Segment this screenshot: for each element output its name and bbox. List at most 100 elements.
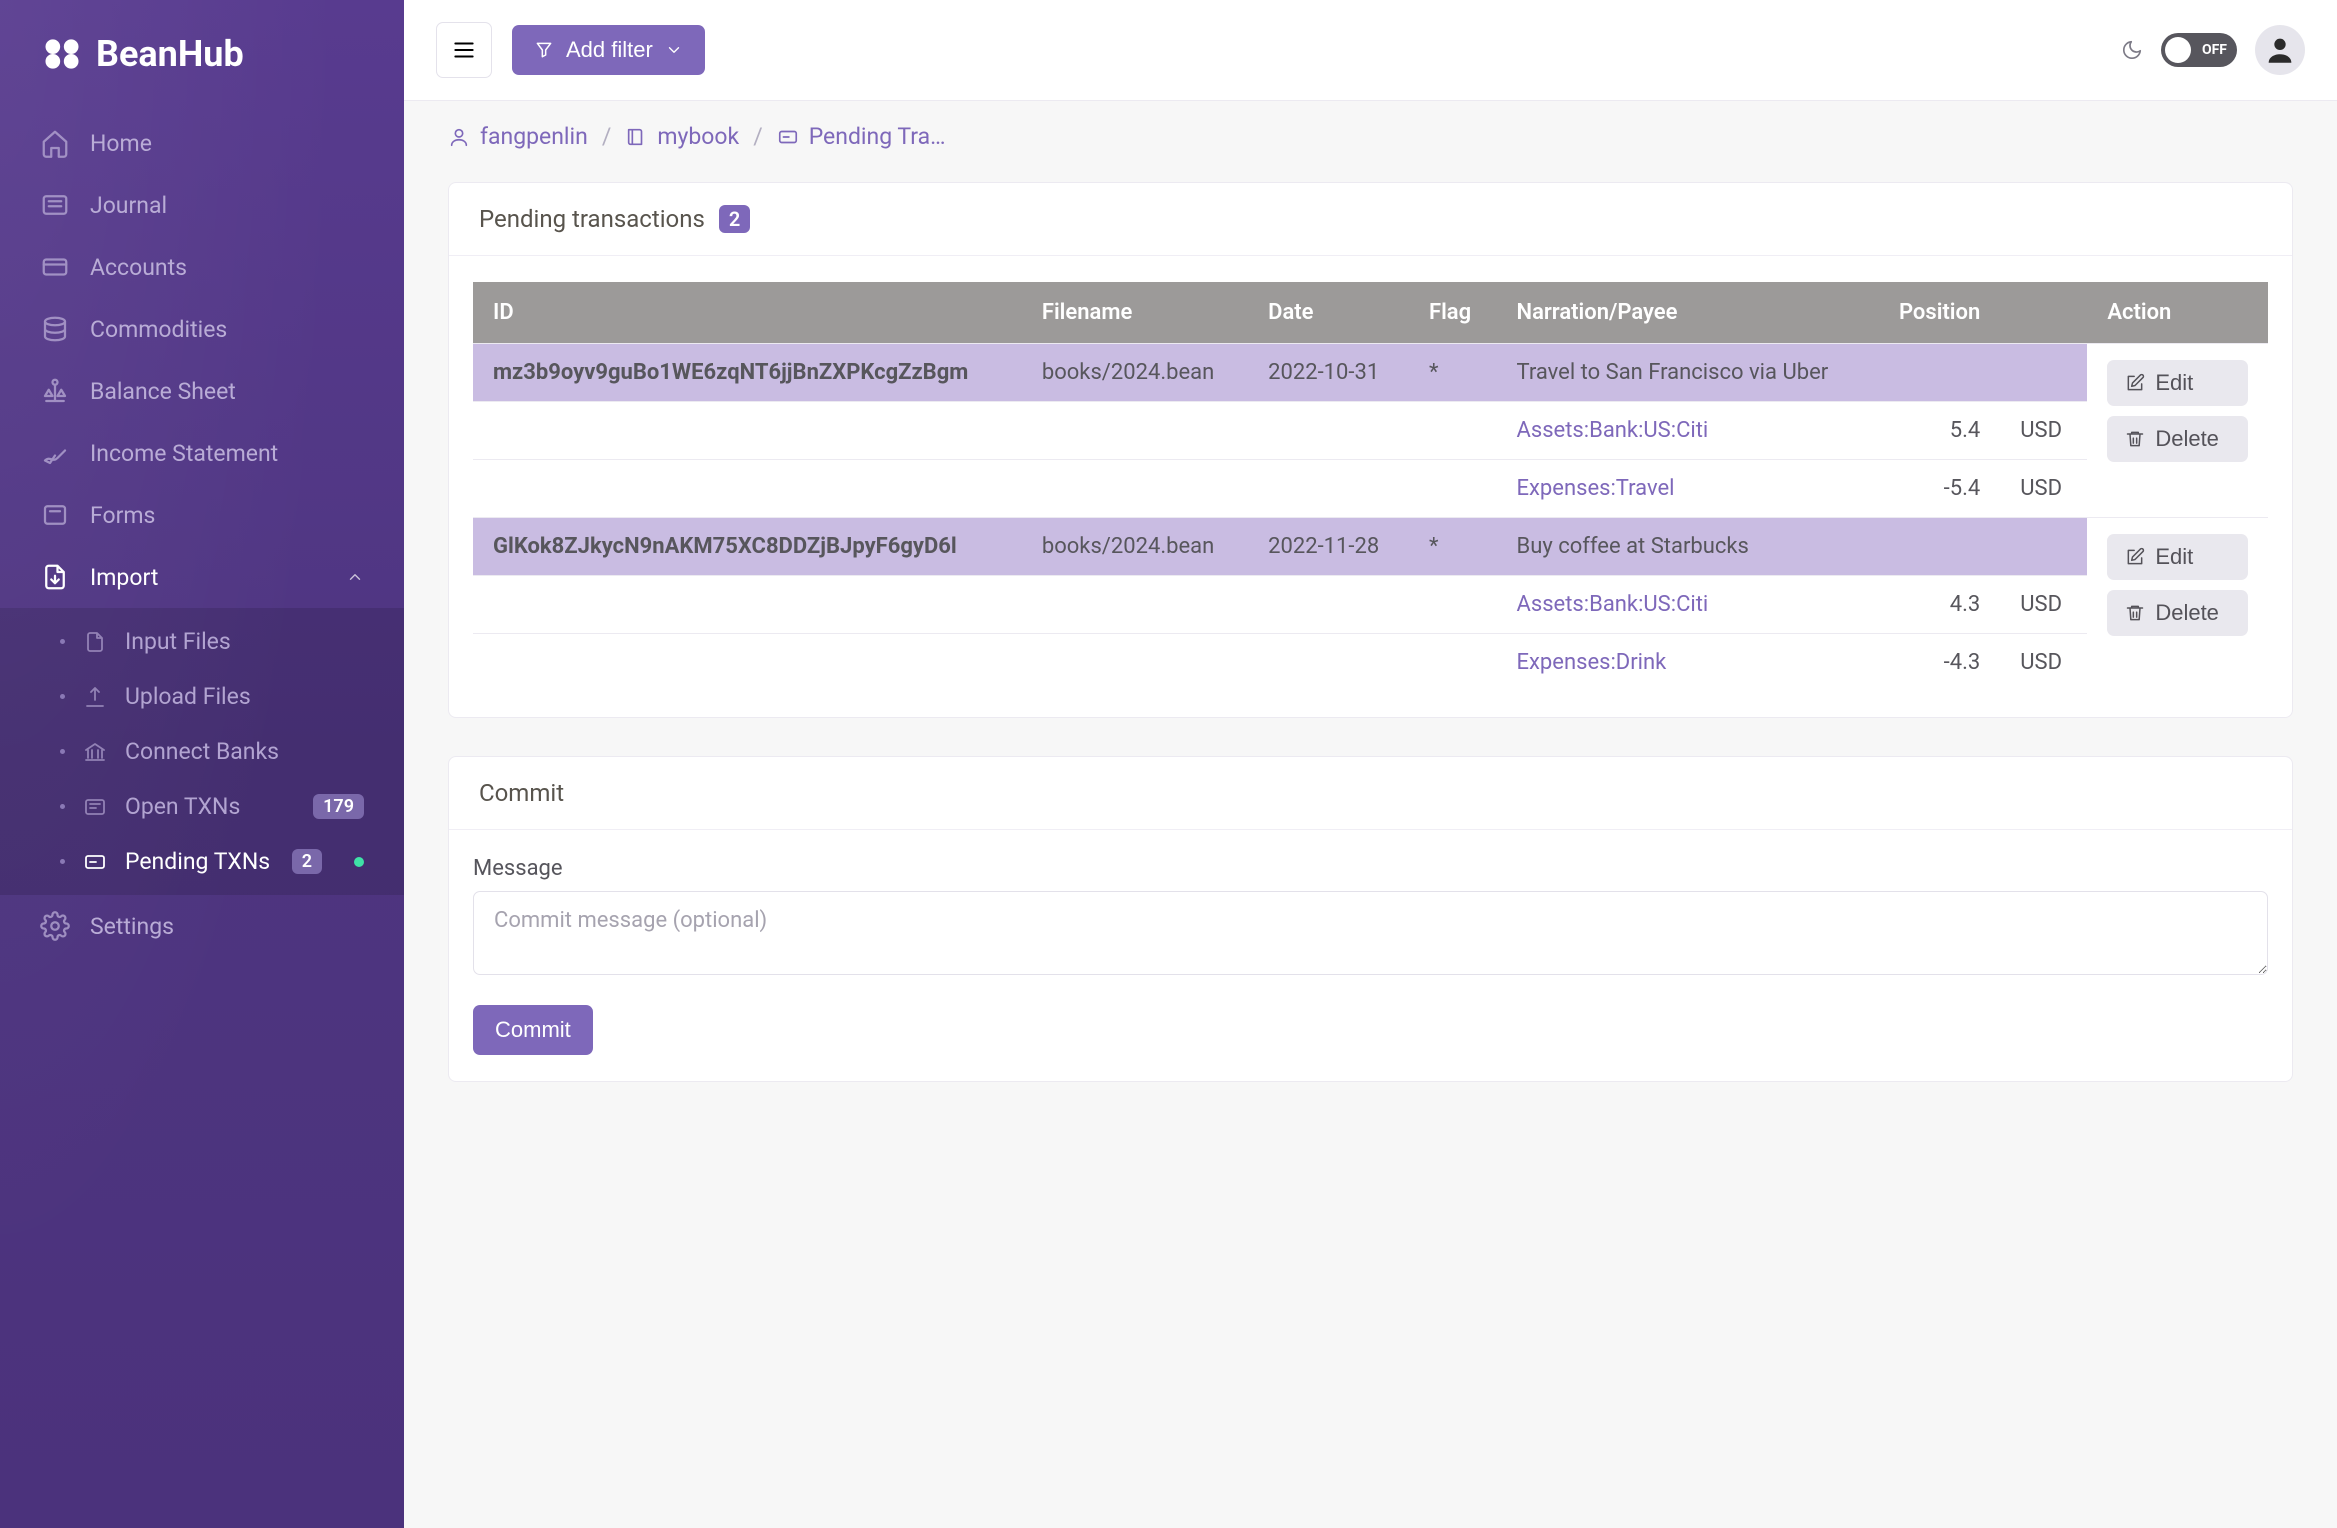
user-icon — [448, 126, 470, 148]
cell-position — [1871, 344, 2000, 402]
import-icon — [40, 562, 70, 592]
account-link[interactable]: Assets:Bank:US:Citi — [1517, 418, 1709, 443]
balance-icon — [40, 376, 70, 406]
sidebar: BeanHub Home Journal Accounts Commoditie… — [0, 0, 404, 1528]
sidebar-item-balance-sheet[interactable]: Balance Sheet — [0, 360, 404, 422]
sidebar-item-settings[interactable]: Settings — [0, 895, 404, 957]
sidebar-item-forms[interactable]: Forms — [0, 484, 404, 546]
sidebar-item-label: Forms — [90, 502, 155, 529]
cell-currency: USD — [2000, 576, 2087, 634]
card-title: Pending transactions — [479, 205, 705, 233]
breadcrumb-user[interactable]: fangpenlin — [448, 123, 588, 150]
subnav-label: Pending TXNs — [125, 848, 270, 875]
subnav-upload-files[interactable]: Upload Files — [0, 669, 404, 724]
filter-icon — [534, 40, 554, 60]
table-row: GlKok8ZJkycN9nAKM75XC8DDZjBJpyF6gyD6l bo… — [473, 518, 2268, 576]
main-content: Add filter OFF fangpenlin / mybo — [404, 0, 2337, 1528]
cell-amount: -4.3 — [1871, 634, 2000, 692]
col-date: Date — [1248, 282, 1409, 344]
account-link[interactable]: Assets:Bank:US:Citi — [1517, 592, 1709, 617]
cell-date: 2022-10-31 — [1248, 344, 1409, 402]
account-link[interactable]: Expenses:Travel — [1517, 476, 1675, 501]
book-icon — [625, 126, 647, 148]
upload-icon — [83, 685, 107, 709]
cell-id: mz3b9oyv9guBo1WE6zqNT6jjBnZXPKcgZzBgm — [473, 344, 1022, 402]
hamburger-button[interactable] — [436, 22, 492, 78]
open-txns-icon — [83, 795, 107, 819]
sidebar-item-import[interactable]: Import — [0, 546, 404, 608]
account-link[interactable]: Expenses:Drink — [1517, 650, 1667, 675]
sidebar-item-label: Commodities — [90, 316, 227, 343]
breadcrumb-book[interactable]: mybook — [625, 123, 739, 150]
col-narration: Narration/Payee — [1497, 282, 1872, 344]
beanhub-icon — [40, 32, 84, 76]
cell-position — [1871, 518, 2000, 576]
cell-amount: 4.3 — [1871, 576, 2000, 634]
cell-date: 2022-11-28 — [1248, 518, 1409, 576]
sidebar-item-label: Balance Sheet — [90, 378, 236, 405]
moon-icon — [2121, 39, 2143, 61]
sidebar-item-label: Settings — [90, 913, 174, 940]
posting-row: Expenses:Travel -5.4 USD — [473, 460, 2268, 518]
sidebar-item-income-statement[interactable]: Income Statement — [0, 422, 404, 484]
cell-actions: Edit Delete — [2087, 344, 2268, 518]
cell-amount: 5.4 — [1871, 402, 2000, 460]
delete-button[interactable]: Delete — [2107, 590, 2248, 636]
commit-message-input[interactable] — [473, 891, 2268, 975]
cell-actions: Edit Delete — [2087, 518, 2268, 692]
delete-button[interactable]: Delete — [2107, 416, 2248, 462]
sidebar-item-label: Income Statement — [90, 440, 278, 467]
brand-logo[interactable]: BeanHub — [0, 0, 404, 104]
sidebar-item-label: Home — [90, 130, 152, 157]
edit-button[interactable]: Edit — [2107, 534, 2248, 580]
breadcrumb-page[interactable]: Pending Tra… — [777, 123, 946, 150]
col-currency — [2000, 282, 2087, 344]
sidebar-item-home[interactable]: Home — [0, 112, 404, 174]
file-icon — [83, 630, 107, 654]
cell-narration: Travel to San Francisco via Uber — [1497, 344, 1872, 402]
sidebar-item-journal[interactable]: Journal — [0, 174, 404, 236]
breadcrumb-sep: / — [602, 123, 612, 150]
journal-icon — [40, 190, 70, 220]
topbar: Add filter OFF — [404, 0, 2337, 101]
posting-row: Assets:Bank:US:Citi 4.3 USD — [473, 576, 2268, 634]
table-row: mz3b9oyv9guBo1WE6zqNT6jjBnZXPKcgZzBgm bo… — [473, 344, 2268, 402]
transactions-table: ID Filename Date Flag Narration/Payee Po… — [473, 282, 2268, 691]
add-filter-label: Add filter — [566, 37, 653, 63]
commit-button[interactable]: Commit — [473, 1005, 593, 1055]
trash-icon — [2125, 603, 2145, 623]
sidebar-item-accounts[interactable]: Accounts — [0, 236, 404, 298]
edit-icon — [2125, 373, 2145, 393]
subnav-open-txns[interactable]: Open TXNs 179 — [0, 779, 404, 834]
col-action: Action — [2087, 282, 2268, 344]
cell-currency — [2000, 344, 2087, 402]
edit-button[interactable]: Edit — [2107, 360, 2248, 406]
bank-icon — [83, 740, 107, 764]
edit-icon — [2125, 547, 2145, 567]
brand-name: BeanHub — [96, 33, 244, 75]
cell-filename: books/2024.bean — [1022, 518, 1248, 576]
message-label: Message — [473, 856, 2268, 881]
sidebar-item-label: Journal — [90, 192, 167, 219]
subnav-input-files[interactable]: Input Files — [0, 614, 404, 669]
pending-transactions-card: Pending transactions 2 ID Filename Date … — [448, 182, 2293, 718]
avatar[interactable] — [2255, 25, 2305, 75]
dark-mode-toggle[interactable]: OFF — [2161, 33, 2237, 67]
subnav-pending-txns[interactable]: Pending TXNs 2 — [0, 834, 404, 889]
user-icon — [2263, 33, 2297, 67]
col-position: Position — [1871, 282, 2000, 344]
forms-icon — [40, 500, 70, 530]
add-filter-button[interactable]: Add filter — [512, 25, 705, 75]
card-title: Commit — [479, 779, 564, 807]
breadcrumb-sep: / — [753, 123, 763, 150]
cell-currency: USD — [2000, 460, 2087, 518]
commodities-icon — [40, 314, 70, 344]
subnav-label: Open TXNs — [125, 793, 240, 820]
pending-txns-icon — [83, 850, 107, 874]
open-txns-badge: 179 — [313, 794, 364, 819]
subnav-connect-banks[interactable]: Connect Banks — [0, 724, 404, 779]
sidebar-item-commodities[interactable]: Commodities — [0, 298, 404, 360]
toggle-label: OFF — [2202, 42, 2227, 58]
subnav-label: Connect Banks — [125, 738, 279, 765]
gear-icon — [40, 911, 70, 941]
